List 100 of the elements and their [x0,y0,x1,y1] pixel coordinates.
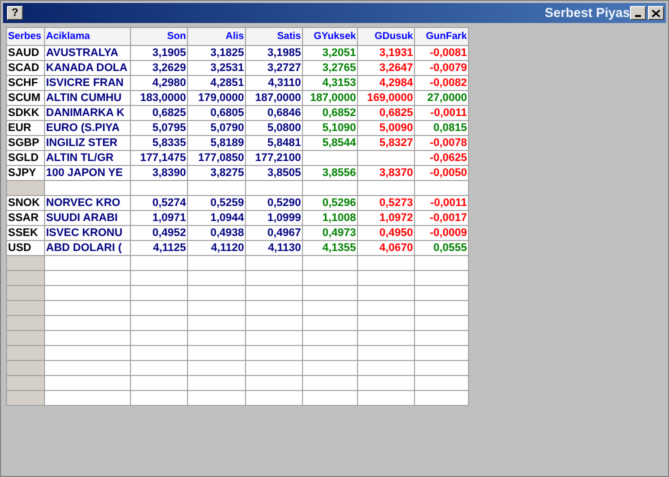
table-cell: 4,2851 [188,76,246,90]
table-cell: 0,5273 [358,196,414,210]
table-cell: -0,0078 [414,136,468,150]
table-cell: 5,8544 [302,136,358,150]
table-cell: 4,1355 [302,240,358,256]
code-cell: SGLD [6,150,44,166]
table-cell: 3,8370 [358,166,414,180]
table-cell: 3,8390 [130,166,188,180]
table-cell: 0,4950 [358,226,414,240]
table-cell: -0,0011 [414,106,468,120]
table-cell: 5,0800 [246,120,302,136]
column-header[interactable]: GunFark [414,28,468,46]
table-cell: 1,1008 [302,210,358,226]
table-cell: 5,0790 [188,120,246,136]
table-cell: 0,6825 [358,106,414,120]
column-header[interactable]: Aciklama [44,28,130,46]
minimize-icon [635,15,641,17]
table-cell: 5,0795 [130,120,188,136]
table-cell: 3,8505 [246,166,302,180]
code-cell: SDKK [6,106,44,120]
table-cell: -0,0011 [414,196,468,210]
table-cell: 0,6825 [130,106,188,120]
description-cell: EURO (S.PIYA [44,120,130,136]
table-cell: 4,3153 [302,76,358,90]
table-cell: 1,0999 [246,210,302,226]
table-cell: -0,0081 [414,46,468,60]
description-cell: ISVEC KRONU [44,226,130,240]
table-cell: 4,2980 [130,76,188,90]
table-cell: 3,2051 [302,46,358,60]
table-cell: 0,6846 [246,106,302,120]
code-cell: SCAD [6,60,44,76]
description-cell: ISVICRE FRAN [44,76,130,90]
table-cell: 4,1120 [188,240,246,256]
help-button[interactable]: ? [7,6,23,20]
column-header[interactable]: Satis [246,28,302,46]
description-cell: DANIMARKA K [44,106,130,120]
close-button[interactable] [648,6,664,20]
table-cell: 0,4938 [188,226,246,240]
table-cell: 3,8556 [302,166,358,180]
table-cell: 0,5274 [130,196,188,210]
description-cell: AVUSTRALYA [44,46,130,60]
description-cell: NORVEC KRO [44,196,130,210]
table-cell: 177,0850 [188,150,246,166]
table-cell: 177,1475 [130,150,188,166]
window-title: Serbest Piyas [544,4,630,22]
table-cell: 3,2629 [130,60,188,76]
description-cell: ABD DOLARI ( [44,240,130,256]
description-cell: INGILIZ STER [44,136,130,150]
table-cell: 1,0944 [188,210,246,226]
table-cell: 3,2765 [302,60,358,76]
code-cell: USD [6,240,44,256]
description-cell: ALTIN TL/GR [44,150,130,166]
column-header[interactable]: GYuksek [302,28,358,46]
description-cell: ALTIN CUMHU [44,90,130,106]
code-cell: EUR [6,120,44,136]
table-cell: 0,5290 [246,196,302,210]
table-cell: 1,0972 [358,210,414,226]
column-header[interactable]: GDusuk [358,28,414,46]
table-cell: 183,0000 [130,90,188,106]
code-cell: SJPY [6,166,44,180]
code-cell: SGBP [6,136,44,150]
table-cell: 0,5296 [302,196,358,210]
table-cell: 4,0670 [358,240,414,256]
table-cell: 0,4967 [246,226,302,240]
table-cell: 4,1130 [246,240,302,256]
table-cell: 5,8189 [188,136,246,150]
table-cell: 169,0000 [358,90,414,106]
minimize-button[interactable] [630,6,646,20]
column-header[interactable]: Son [130,28,188,46]
code-cell: SCHF [6,76,44,90]
column-header[interactable]: Alis [188,28,246,46]
table-cell: 187,0000 [302,90,358,106]
table-cell: -0,0625 [414,150,468,166]
table-cell: 0,6852 [302,106,358,120]
table-cell: 5,8327 [358,136,414,150]
code-cell: SAUD [6,46,44,60]
column-header[interactable]: Serbes [6,28,44,46]
table-cell: 3,2727 [246,60,302,76]
table-cell: 5,0090 [358,120,414,136]
code-cell: SCUM [6,90,44,106]
table-cell: 0,5259 [188,196,246,210]
table-cell: 3,8275 [188,166,246,180]
code-cell: SNOK [6,196,44,210]
description-cell: 100 JAPON YE [44,166,130,180]
table-cell: 0,0555 [414,240,468,256]
table-cell: 27,0000 [414,90,468,106]
table-cell: 3,1985 [246,46,302,60]
table-cell: -0,0079 [414,60,468,76]
table-cell: 3,1905 [130,46,188,60]
table-cell: 0,6805 [188,106,246,120]
table-cell: 0,4952 [130,226,188,240]
table-cell: 187,0000 [246,90,302,106]
table-cell: 1,0971 [130,210,188,226]
table-cell: 4,2984 [358,76,414,90]
table-cell: 3,2647 [358,60,414,76]
table-cell: 4,3110 [246,76,302,90]
table-cell: 179,0000 [188,90,246,106]
table-cell: -0,0017 [414,210,468,226]
description-cell: KANADA DOLA [44,60,130,76]
table-cell: -0,0082 [414,76,468,90]
